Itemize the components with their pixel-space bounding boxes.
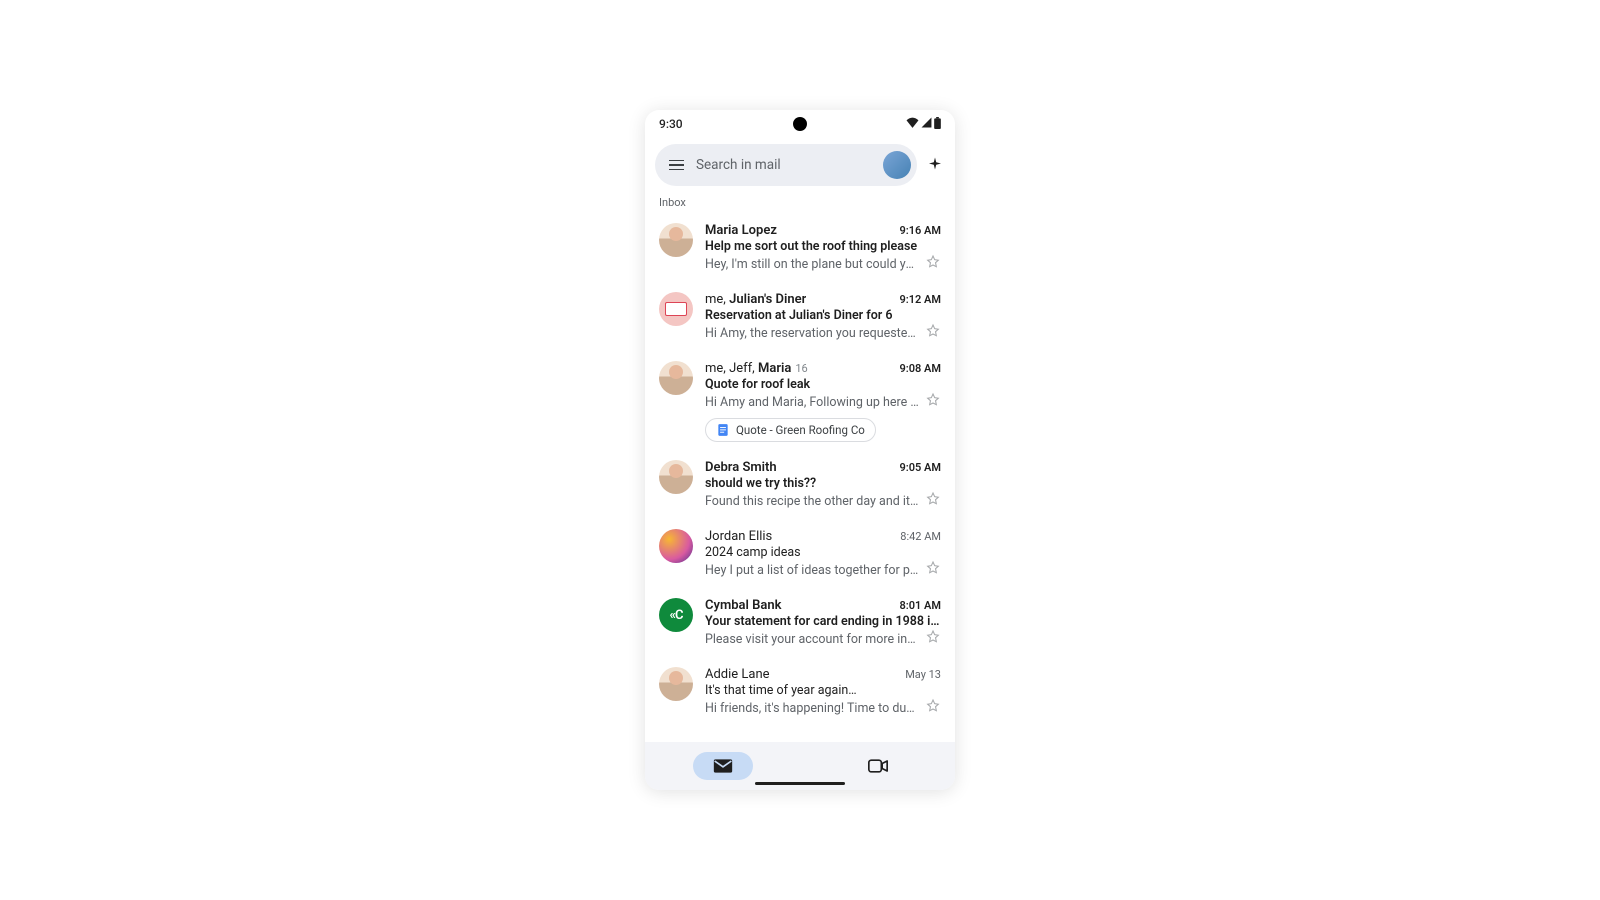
- mail-time: 8:42 AM: [900, 530, 941, 543]
- mail-item[interactable]: Maria Lopez 9:16 AM Help me sort out the r…: [645, 215, 955, 284]
- gesture-bar[interactable]: [755, 782, 845, 786]
- mail-item[interactable]: me, Julian's Diner 9:12 AM Reservation at …: [645, 284, 955, 353]
- nav-mail-button[interactable]: [693, 752, 753, 780]
- star-icon[interactable]: [925, 560, 941, 580]
- bottom-nav: [645, 742, 955, 790]
- mail-subject: Reservation at Julian's Diner for 6: [705, 308, 941, 323]
- mail-time: May 13: [905, 668, 941, 681]
- wifi-icon: [906, 117, 919, 131]
- mail-item[interactable]: Addie Lane May 13 It's that time of year a…: [645, 659, 955, 728]
- status-time: 9:30: [659, 117, 719, 131]
- sender-avatar[interactable]: [659, 223, 693, 257]
- sender-avatar[interactable]: [659, 529, 693, 563]
- attachment-label: Quote - Green Roofing Co: [736, 423, 865, 437]
- mail-item[interactable]: Debra Smith 9:05 AM should we try this?? Fo…: [645, 452, 955, 521]
- sender-avatar[interactable]: [659, 292, 693, 326]
- star-icon[interactable]: [925, 698, 941, 718]
- mail-subject: It's that time of year again…: [705, 683, 941, 698]
- sender-avatar[interactable]: [659, 667, 693, 701]
- camera-cutout: [719, 117, 881, 131]
- sender-name: me, Julian's Diner: [705, 292, 806, 307]
- search-bar[interactable]: Search in mail: [655, 144, 917, 186]
- mail-body: Maria Lopez 9:16 AM Help me sort out the r…: [705, 223, 941, 274]
- mail-item[interactable]: Jordan Ellis 8:42 AM 2024 camp ideas Hey I …: [645, 521, 955, 590]
- mail-subject: should we try this??: [705, 476, 941, 491]
- mail-time: 9:16 AM: [899, 224, 941, 237]
- mail-list[interactable]: Maria Lopez 9:16 AM Help me sort out the r…: [645, 215, 955, 742]
- phone-frame: 9:30 Search in mail Inbox Maria: [645, 110, 955, 790]
- mail-body: Addie Lane May 13 It's that time of year a…: [705, 667, 941, 718]
- mail-item[interactable]: me, Jeff, Maria16 9:08 AM Quote for roof l…: [645, 353, 955, 452]
- mail-subject: 2024 camp ideas: [705, 545, 941, 560]
- mail-subject: Quote for roof leak: [705, 377, 941, 392]
- mail-body: Debra Smith 9:05 AM should we try this?? Fo…: [705, 460, 941, 511]
- star-icon[interactable]: [925, 629, 941, 649]
- menu-icon[interactable]: [669, 160, 684, 171]
- search-row: Search in mail: [645, 138, 955, 196]
- mail-snippet: Hi Amy, the reservation you requested is…: [705, 326, 919, 341]
- mail-snippet: Hey I put a list of ideas together for p…: [705, 563, 919, 578]
- mail-body: Cymbal Bank 8:01 AM Your statement for car…: [705, 598, 941, 649]
- star-icon[interactable]: [925, 323, 941, 343]
- mail-time: 9:12 AM: [899, 293, 941, 306]
- star-icon[interactable]: [925, 392, 941, 412]
- mail-snippet: Hi friends, it's happening! Time to dust…: [705, 701, 919, 716]
- sender-avatar[interactable]: [659, 361, 693, 395]
- mail-snippet: Please visit your account for more infor…: [705, 632, 919, 647]
- mail-subject: Your statement for card ending in 1988 i…: [705, 614, 941, 629]
- sender-name: Jordan Ellis: [705, 529, 772, 544]
- account-avatar[interactable]: [883, 151, 911, 179]
- section-label: Inbox: [645, 196, 955, 215]
- battery-icon: [934, 117, 941, 132]
- mail-snippet: Hey, I'm still on the plane but could yo…: [705, 257, 919, 272]
- mail-time: 9:08 AM: [899, 362, 941, 375]
- mail-body: me, Julian's Diner 9:12 AM Reservation at …: [705, 292, 941, 343]
- mail-item[interactable]: «C Cymbal Bank 8:01 AM Your statement for c…: [645, 590, 955, 659]
- status-bar: 9:30: [645, 110, 955, 138]
- mail-snippet: Hi Amy and Maria, Following up here t…: [705, 395, 919, 410]
- mail-body: me, Jeff, Maria16 9:08 AM Quote for roof l…: [705, 361, 941, 442]
- star-icon[interactable]: [925, 254, 941, 274]
- nav-meet-button[interactable]: [848, 752, 908, 780]
- sender-avatar[interactable]: «C: [659, 598, 693, 632]
- attachment-chip[interactable]: Quote - Green Roofing Co: [705, 418, 876, 442]
- mail-subject: Help me sort out the roof thing please: [705, 239, 941, 254]
- sender-name: Cymbal Bank: [705, 598, 782, 613]
- sparkle-icon[interactable]: [925, 155, 945, 175]
- sender-avatar[interactable]: [659, 460, 693, 494]
- mail-time: 8:01 AM: [899, 599, 941, 612]
- signal-icon: [921, 117, 932, 131]
- camera-dot-icon: [793, 117, 807, 131]
- mail-time: 9:05 AM: [899, 461, 941, 474]
- search-placeholder: Search in mail: [696, 157, 871, 173]
- status-icons: [881, 117, 941, 132]
- star-icon[interactable]: [925, 491, 941, 511]
- sender-name: me, Jeff, Maria16: [705, 361, 808, 376]
- mail-body: Jordan Ellis 8:42 AM 2024 camp ideas Hey I …: [705, 529, 941, 580]
- mail-snippet: Found this recipe the other day and it m…: [705, 494, 919, 509]
- sender-name: Maria Lopez: [705, 223, 777, 238]
- sender-name: Addie Lane: [705, 667, 770, 682]
- sender-name: Debra Smith: [705, 460, 777, 475]
